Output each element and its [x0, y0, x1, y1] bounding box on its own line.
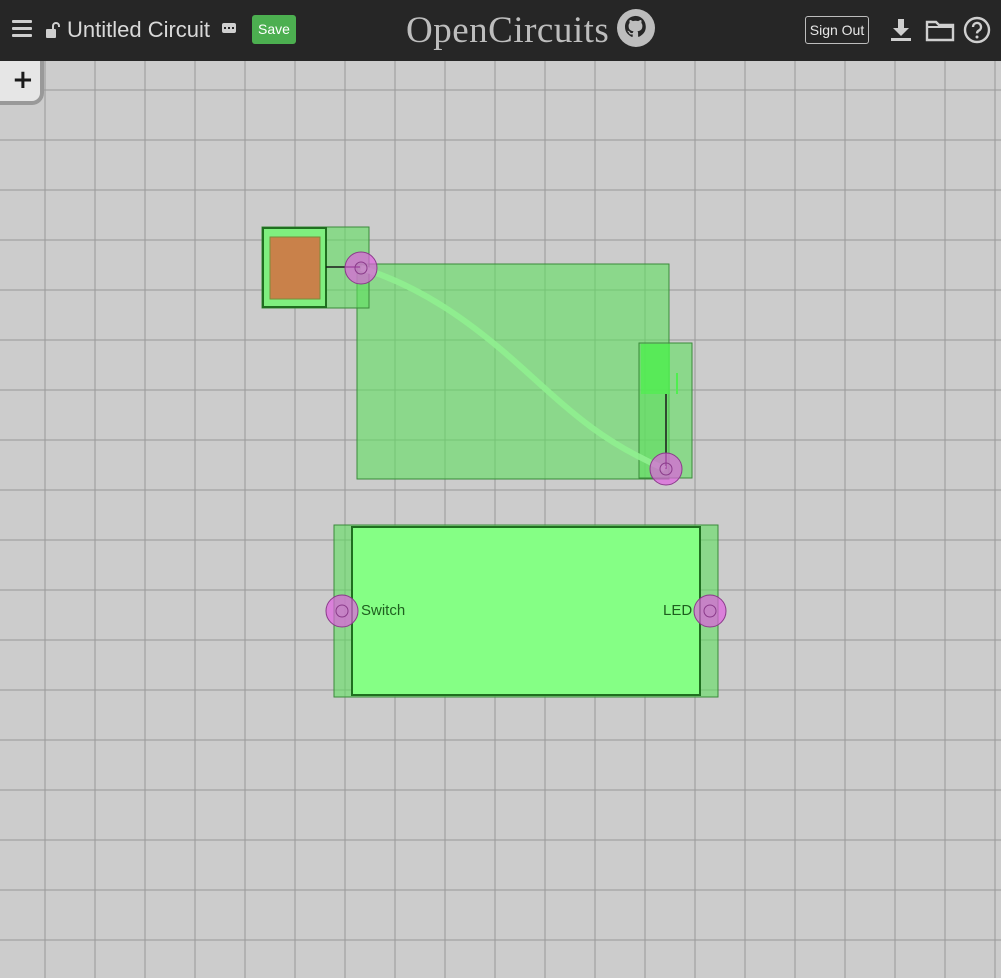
dots-icon[interactable] — [222, 23, 236, 33]
sign-out-button[interactable]: Sign Out — [805, 16, 869, 44]
switch-output-port[interactable] — [344, 251, 378, 285]
ic-input-port[interactable] — [325, 594, 359, 628]
canvas-drawing — [0, 61, 1001, 978]
plus-icon: + — [12, 65, 34, 95]
github-icon[interactable] — [616, 8, 656, 48]
folder-icon[interactable] — [925, 18, 955, 42]
save-button[interactable]: Save — [252, 15, 296, 44]
grid — [0, 61, 1001, 978]
led-component[interactable] — [641, 344, 670, 394]
add-component-button[interactable]: + — [0, 61, 44, 105]
app-logo: OpenCircuits — [406, 10, 610, 51]
menu-icon[interactable] — [12, 20, 32, 38]
top-bar: Save OpenCircuits Sign Out — [0, 0, 1001, 61]
ic-output-port[interactable] — [693, 594, 727, 628]
help-icon[interactable] — [963, 16, 991, 44]
switch-toggle[interactable] — [269, 236, 321, 300]
download-icon[interactable] — [889, 17, 913, 43]
circuit-name-input[interactable] — [67, 15, 227, 45]
circuit-canvas[interactable]: Switch LED — [0, 61, 1001, 978]
lock-icon[interactable] — [45, 21, 61, 39]
led-input-port[interactable] — [649, 452, 683, 486]
ic-output-label: LED — [663, 602, 693, 619]
ic-input-label: Switch — [361, 602, 406, 619]
